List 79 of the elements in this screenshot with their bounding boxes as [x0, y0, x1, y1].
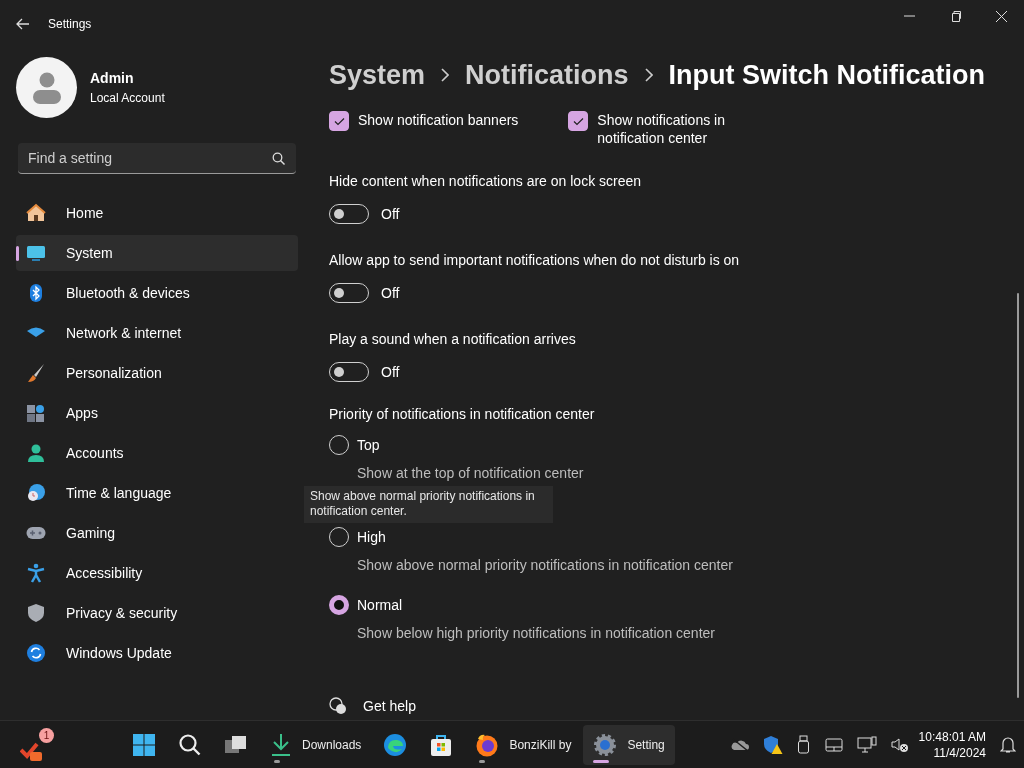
nav-item[interactable]: Accessibility — [16, 555, 298, 591]
account-type: Local Account — [90, 91, 165, 105]
search-icon — [272, 152, 285, 165]
minimize-icon — [903, 15, 915, 17]
clock-date: 11/4/2024 — [932, 744, 986, 761]
shield-icon — [26, 603, 46, 623]
running-indicator — [274, 759, 280, 763]
selection-indicator — [16, 246, 19, 261]
nav-item[interactable]: Privacy & security — [16, 595, 298, 631]
breadcrumb-item: Input Switch Notification — [668, 59, 986, 91]
download-icon — [270, 732, 292, 757]
nav-item[interactable]: Personalization — [16, 355, 298, 391]
nav-item[interactable]: Home — [16, 195, 298, 231]
toggle-state: Off — [381, 285, 400, 301]
nav-item[interactable]: Gaming — [16, 515, 298, 551]
nav-item[interactable]: System — [16, 235, 298, 271]
section-label: Priority of notifications in notification center — [329, 406, 596, 422]
person-silhouette-icon — [31, 71, 62, 104]
gear-icon — [593, 732, 618, 757]
checkbox[interactable]: Show notifications in notification center — [568, 111, 758, 147]
running-indicator — [479, 759, 486, 763]
house-icon — [26, 203, 46, 223]
monitor-icon — [26, 243, 46, 263]
close-icon — [995, 10, 1007, 22]
nav-item[interactable]: Time & language — [16, 475, 298, 511]
store-bag-icon — [429, 732, 454, 757]
user-name: Admin — [90, 70, 135, 86]
restore-icon — [949, 10, 961, 22]
taskbar-button[interactable]: BonziKill by — [465, 724, 582, 765]
chevron-right-icon — [441, 68, 450, 82]
globe-clock-icon — [26, 483, 46, 503]
start-icon — [132, 732, 156, 757]
network-monitor-icon — [856, 735, 877, 754]
option-description: Show above normal priority notifications in notification center — [357, 557, 734, 573]
touchpad-icon — [824, 737, 843, 752]
radio-button[interactable] — [329, 595, 349, 615]
search-field[interactable]: Find a setting — [18, 143, 296, 174]
search-icon — [178, 732, 202, 757]
help-link[interactable]: Get help — [363, 698, 416, 714]
bell-icon[interactable] — [1000, 735, 1016, 754]
running-indicator — [593, 759, 610, 763]
person-icon — [26, 443, 46, 463]
help-chat-icon — [329, 697, 347, 715]
accessibility-icon — [26, 563, 46, 583]
breadcrumb-item[interactable]: System — [329, 59, 426, 91]
tooltip: Show above normal priority notifications in notification center. — [304, 486, 553, 523]
nav-item[interactable]: Network & internet — [16, 315, 298, 351]
back-arrow-icon[interactable] — [16, 18, 30, 30]
apps-icon — [26, 403, 46, 423]
scrollbar[interactable] — [1017, 293, 1019, 698]
checkbox[interactable]: Show notification banners — [329, 111, 519, 147]
radio-label: Top — [357, 437, 380, 453]
nav-item[interactable]: Apps — [16, 395, 298, 431]
nav-item[interactable]: Windows Update — [16, 635, 298, 671]
nav-item[interactable]: Accounts — [16, 435, 298, 471]
update-icon — [26, 643, 46, 663]
taskbar-button[interactable]: Setting — [583, 724, 675, 765]
radio-label: High — [357, 529, 386, 545]
speaker-muted-icon — [890, 736, 909, 753]
browser-icon — [383, 732, 408, 757]
widget-button[interactable]: 1 — [20, 727, 54, 762]
breadcrumb-item[interactable]: Notifications — [465, 59, 629, 91]
nav-item[interactable]: Bluetooth & devices — [16, 275, 298, 311]
usb-drive-icon — [796, 734, 811, 755]
toggle-state: Off — [381, 364, 400, 380]
setting-label: Hide content when notifications are on lock screen — [329, 173, 643, 189]
setting-label: Allow app to send important notifications when do not disturb is on — [329, 252, 741, 268]
option-description: Show at the top of notification center — [357, 465, 585, 481]
window-title: Settings — [48, 17, 92, 31]
clock-time: 10:48:01 AM — [918, 728, 986, 745]
taskbar-button[interactable]: Downloads — [260, 724, 372, 765]
setting-label: Play a sound when a notification arrives — [329, 331, 577, 347]
chevron-right-icon — [644, 68, 653, 82]
option-description: Show below high priority notifications in notification center — [357, 625, 716, 641]
radio-label: Normal — [357, 597, 403, 613]
notification-badge: 1 — [39, 727, 54, 743]
cloud-offline-icon — [730, 737, 749, 752]
toggle-state: Off — [381, 206, 400, 222]
shield-warning-icon — [762, 734, 783, 755]
